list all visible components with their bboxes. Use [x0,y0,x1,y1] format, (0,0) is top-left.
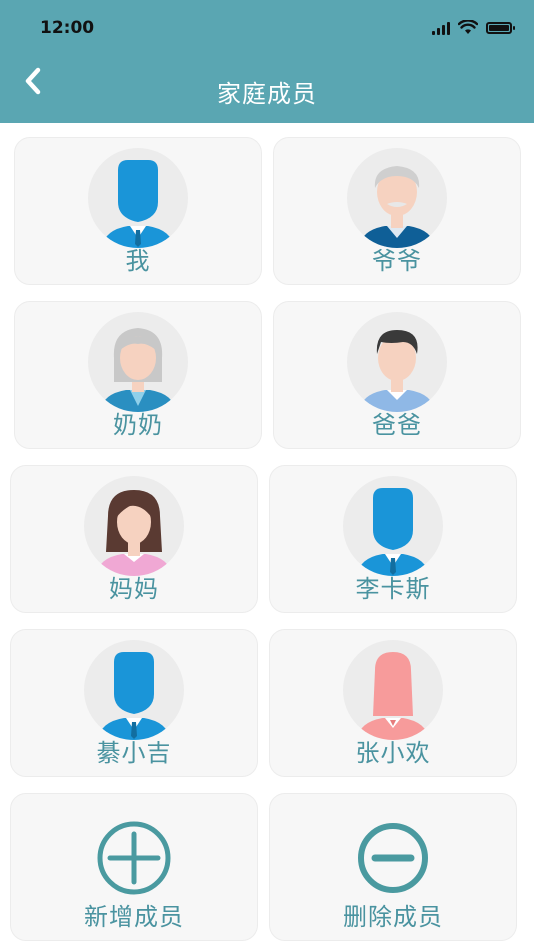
plus-circle-icon [97,821,171,895]
member-card-grandma[interactable]: 奶奶 [14,301,262,449]
grandpa-avatar-icon [347,148,447,248]
member-card-grandpa[interactable]: 爷爷 [273,137,521,285]
delete-member-button[interactable]: 删除成员 [269,793,517,941]
member-card-dad[interactable]: 爸爸 [273,301,521,449]
battery-icon [486,21,515,34]
member-card-me[interactable]: 我 [14,137,262,285]
dad-avatar-icon [347,312,447,412]
member-name: 綦小吉 [96,739,172,767]
mom-avatar-icon [84,476,184,576]
status-icons [432,20,515,35]
member-name: 奶奶 [113,411,163,439]
man-silhouette-avatar-icon [84,640,184,740]
minus-circle-icon [358,823,428,893]
page-title: 家庭成员 [217,80,317,108]
woman-silhouette-avatar-icon [343,640,443,740]
member-name: 李卡斯 [355,575,431,603]
top-bar: 12:00 家庭成员 [0,0,534,123]
member-name: 爷爷 [372,247,422,275]
member-name: 我 [125,247,151,275]
member-name: 妈妈 [109,575,159,603]
signal-icon [432,21,450,35]
man-silhouette-avatar-icon [88,148,188,248]
member-card-likasi[interactable]: 李卡斯 [269,465,517,613]
grandma-avatar-icon [88,312,188,412]
status-time: 12:00 [40,18,95,38]
man-silhouette-avatar-icon [343,476,443,576]
wifi-icon [458,20,478,34]
member-name: 张小欢 [355,739,431,767]
member-card-mom[interactable]: 妈妈 [10,465,258,613]
delete-member-label: 删除成员 [343,903,443,931]
member-card-qixiaoji[interactable]: 綦小吉 [10,629,258,777]
add-member-button[interactable]: 新增成员 [10,793,258,941]
add-member-label: 新增成员 [84,903,184,931]
member-name: 爸爸 [372,411,422,439]
member-card-zhangxiaohuan[interactable]: 张小欢 [269,629,517,777]
